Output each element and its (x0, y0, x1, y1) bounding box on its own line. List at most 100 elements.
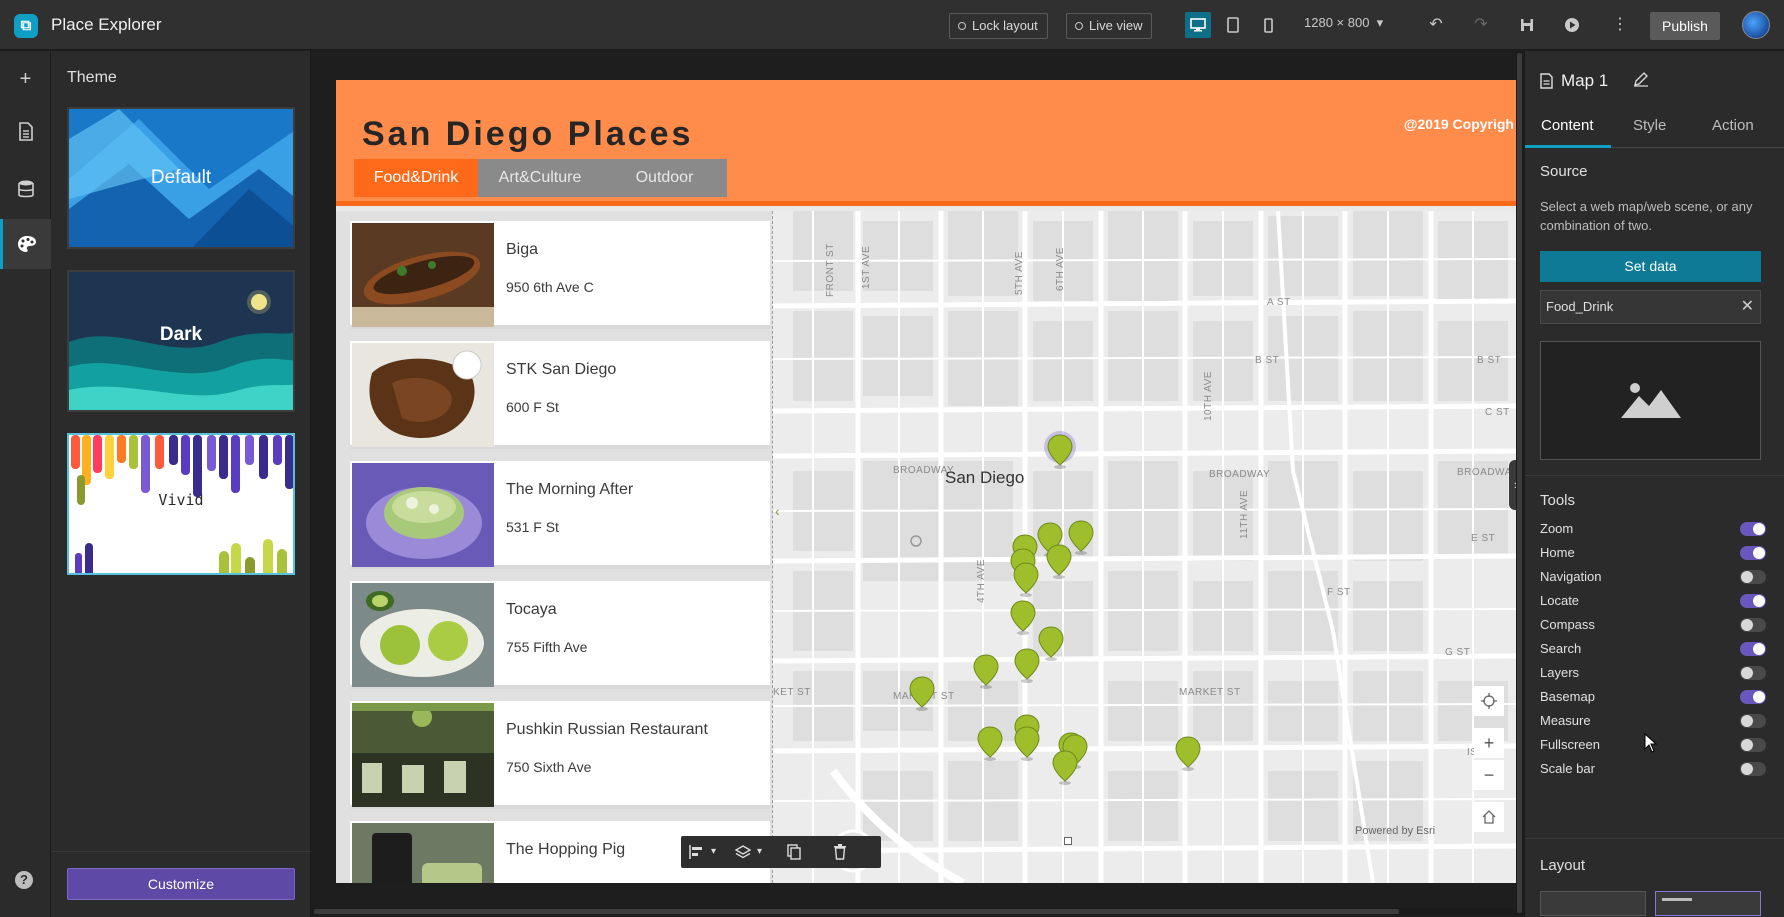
selected-map-pin (1044, 431, 1076, 470)
place-address: 531 F St (506, 519, 559, 535)
chevron-down-icon[interactable]: ▾ (711, 836, 716, 868)
redo-icon[interactable]: ↷ (1468, 12, 1494, 38)
zoom-in-icon[interactable]: + (1474, 728, 1504, 758)
tool-toggle[interactable] (1740, 570, 1766, 584)
customize-button[interactable]: Customize (67, 868, 295, 900)
more-icon[interactable]: ⋮ (1607, 12, 1633, 38)
section-divider (1525, 475, 1784, 476)
tool-toggle[interactable] (1740, 522, 1766, 536)
theme-icon[interactable] (0, 219, 51, 269)
map-pin (1046, 544, 1072, 580)
toggle-knob (1741, 571, 1753, 583)
list-item[interactable]: Tocaya 755 Fifth Ave (350, 581, 770, 689)
tool-toggle[interactable] (1740, 738, 1766, 752)
locate-icon[interactable] (1474, 686, 1504, 716)
tool-label: Compass (1540, 617, 1595, 632)
tablet-icon[interactable] (1220, 12, 1246, 38)
preview-icon[interactable] (1559, 12, 1585, 38)
home-icon[interactable] (1474, 802, 1504, 832)
map-pin (977, 726, 1003, 762)
theme-card-vivid[interactable]: Vivid (67, 433, 295, 575)
phone-icon[interactable] (1255, 12, 1281, 38)
layout-option[interactable] (1540, 891, 1646, 916)
page-header[interactable]: San Diego Places @2019 Copyrigh Food&Dri… (336, 80, 1516, 206)
tool-toggle[interactable] (1740, 642, 1766, 656)
active-tab-indicator (1525, 145, 1611, 148)
lock-layout-toggle[interactable]: Lock layout (949, 13, 1048, 39)
list-item[interactable]: The Morning After 531 F St (350, 461, 770, 569)
place-name: Tocaya (506, 601, 557, 618)
app-title: Place Explorer (51, 15, 162, 34)
list-item[interactable]: Biga 950 6th Ave C (350, 221, 770, 329)
copy-icon[interactable] (787, 836, 801, 868)
horizontal-scrollbar[interactable] (312, 908, 1524, 915)
place-photo (352, 703, 494, 807)
theme-card-default[interactable]: Default (67, 107, 295, 249)
page-preview: San Diego Places @2019 Copyrigh Food&Dri… (336, 80, 1516, 883)
help-icon[interactable]: ? (15, 871, 33, 889)
place-address: 600 F St (506, 399, 559, 415)
live-view-radio-icon (1075, 22, 1083, 30)
map-thumbnail (1540, 341, 1761, 460)
zoom-out-icon[interactable]: − (1474, 760, 1504, 790)
tool-row: Compass (1540, 615, 1766, 635)
place-list: Biga 950 6th Ave C STK San Diego 600 F S… (336, 211, 772, 883)
save-icon[interactable] (1514, 12, 1540, 38)
desktop-icon[interactable] (1185, 12, 1211, 38)
data-icon[interactable] (0, 164, 51, 214)
toggle-knob (1741, 619, 1753, 631)
map-widget[interactable]: FRONT ST 1ST AVE 5TH AVE 6TH AVE 10TH AV… (772, 211, 1516, 883)
tool-toggle[interactable] (1740, 762, 1766, 776)
tool-toggle[interactable] (1740, 594, 1766, 608)
edit-icon[interactable] (1633, 71, 1649, 92)
tab-food-drink[interactable]: Food&Drink (354, 159, 478, 197)
close-icon[interactable]: ✕ (1741, 291, 1754, 323)
add-icon[interactable]: + (0, 54, 51, 104)
place-address: 750 Sixth Ave (506, 759, 592, 775)
tool-toggle[interactable] (1740, 546, 1766, 560)
tool-toggle[interactable] (1740, 690, 1766, 704)
source-value: Food_Drink (1546, 299, 1614, 314)
tool-toggle[interactable] (1740, 666, 1766, 680)
set-data-button[interactable]: Set data (1540, 251, 1761, 282)
map-pin (973, 654, 999, 690)
page-icon[interactable] (0, 107, 51, 157)
tab-art-culture[interactable]: Art&Culture (478, 159, 602, 197)
layers-icon[interactable] (734, 836, 752, 868)
chevron-down-icon[interactable]: ▾ (757, 836, 762, 868)
copyright-text: @2019 Copyrigh (1403, 116, 1514, 132)
collapse-list-icon[interactable]: ‹ (775, 503, 780, 519)
place-name: The Hopping Pig (506, 841, 626, 858)
toggle-knob (1753, 547, 1765, 559)
tab-action[interactable]: Action (1712, 117, 1754, 134)
live-view-label: Live view (1089, 18, 1143, 33)
vertical-scrollbar[interactable] (1516, 51, 1523, 913)
tab-style[interactable]: Style (1633, 117, 1666, 134)
scrollbar-thumb[interactable] (1517, 53, 1522, 913)
publish-button[interactable]: Publish (1650, 12, 1720, 40)
undo-icon[interactable]: ↶ (1423, 12, 1449, 38)
map-pin (1038, 626, 1064, 662)
tab-outdoor[interactable]: Outdoor (602, 159, 727, 197)
live-view-toggle[interactable]: Live view (1066, 13, 1153, 39)
tool-toggle[interactable] (1740, 714, 1766, 728)
list-item[interactable]: Pushkin Russian Restaurant 750 Sixth Ave (350, 701, 770, 809)
place-photo (352, 463, 494, 567)
resize-handle[interactable] (1064, 837, 1072, 845)
layout-option-selected[interactable] (1655, 891, 1761, 916)
delete-icon[interactable] (833, 836, 847, 868)
align-icon[interactable] (689, 836, 705, 868)
theme-card-dark[interactable]: Dark (67, 270, 295, 412)
scrollbar-thumb[interactable] (314, 909, 1399, 914)
source-field[interactable]: Food_Drink ✕ (1540, 290, 1761, 324)
resolution-select[interactable]: 1280 × 800 ▾ (1304, 15, 1383, 31)
toggle-knob (1753, 523, 1765, 535)
image-placeholder-icon (1621, 383, 1681, 418)
avatar[interactable] (1742, 11, 1770, 39)
tool-toggle[interactable] (1740, 618, 1766, 632)
tab-content[interactable]: Content (1541, 117, 1594, 134)
tool-label: Navigation (1540, 569, 1602, 584)
place-address: 755 Fifth Ave (506, 639, 588, 655)
resolution-value: 1280 × 800 (1304, 15, 1370, 30)
list-item[interactable]: STK San Diego 600 F St (350, 341, 770, 449)
